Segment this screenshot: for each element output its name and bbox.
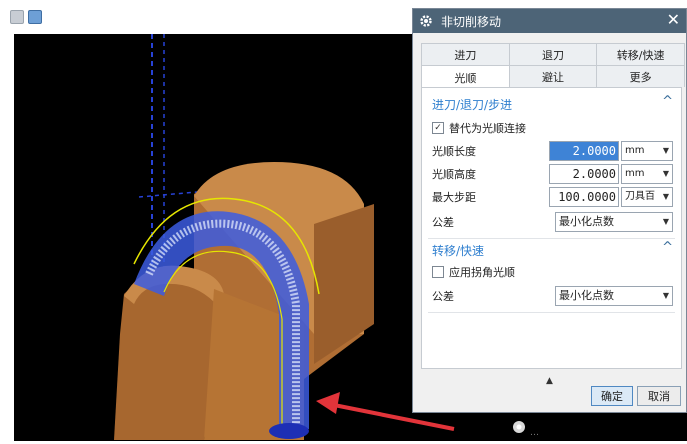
tab-row-1: 进刀 退刀 转移/快速 bbox=[421, 43, 686, 65]
dialog-title: 非切削移动 bbox=[441, 14, 502, 29]
chevron-down-icon: ▼ bbox=[662, 169, 669, 178]
tolerance-value-1: 最小化点数 bbox=[559, 215, 614, 228]
max-step-label: 最大步距 bbox=[432, 191, 476, 204]
smooth-length-unit: mm bbox=[625, 145, 645, 156]
tab-avoidance[interactable]: 避让 bbox=[508, 65, 598, 87]
tab-retract[interactable]: 退刀 bbox=[508, 43, 598, 65]
view-toolbar bbox=[10, 10, 42, 24]
wireframe-view-icon[interactable] bbox=[10, 10, 24, 24]
chevron-down-icon: ▼ bbox=[662, 217, 669, 226]
collapse-section1-icon[interactable]: ^ bbox=[662, 94, 673, 109]
ok-button[interactable]: 确定 bbox=[591, 386, 633, 406]
tolerance-label-2: 公差 bbox=[432, 290, 454, 303]
section-transfer-title: 转移/快速 bbox=[432, 244, 485, 258]
tab-engage[interactable]: 进刀 bbox=[421, 43, 510, 65]
annotation-arrowhead-1 bbox=[316, 392, 340, 414]
section-engage-retract-title: 进刀/退刀/步进 bbox=[432, 98, 513, 112]
chevron-down-icon: ▼ bbox=[662, 291, 669, 300]
smooth-length-unit-select[interactable]: mm ▼ bbox=[621, 141, 673, 161]
smooth-height-input[interactable]: 2.0000 bbox=[549, 164, 619, 184]
collapse-section2-icon[interactable]: ^ bbox=[662, 240, 673, 255]
tab-transfer-rapid[interactable]: 转移/快速 bbox=[596, 43, 686, 65]
replace-smooth-label: 替代为光顺连接 bbox=[449, 122, 526, 135]
smoothing-panel: 进刀/退刀/步进 ^ ✓ 替代为光顺连接 光顺长度 2.0000 mm ▼ 光顺… bbox=[421, 87, 682, 369]
tolerance-value-2: 最小化点数 bbox=[559, 289, 614, 302]
tolerance-label-1: 公差 bbox=[432, 216, 454, 229]
tab-row-2: 光顺 避让 更多 bbox=[421, 65, 686, 90]
non-cutting-moves-dialog: 非切削移动 ✕ 进刀 退刀 转移/快速 光顺 避让 更多 进刀/退刀/步进 ^ … bbox=[412, 8, 687, 413]
smooth-length-label: 光顺长度 bbox=[432, 145, 476, 158]
dialog-titlebar[interactable]: 非切削移动 ✕ bbox=[413, 9, 686, 33]
max-step-unit-select[interactable]: 刀具百 ▼ bbox=[621, 187, 673, 207]
corner-smooth-row: 应用拐角光顺 bbox=[432, 262, 677, 282]
replace-smooth-checkbox[interactable]: ✓ bbox=[432, 122, 444, 134]
shaded-view-icon[interactable] bbox=[28, 10, 42, 24]
chevron-down-icon: ▼ bbox=[662, 146, 669, 155]
below-dialog-text: … bbox=[530, 428, 539, 438]
cancel-button[interactable]: 取消 bbox=[637, 386, 681, 406]
smooth-length-input[interactable]: 2.0000 bbox=[549, 141, 619, 161]
smooth-height-label: 光顺高度 bbox=[432, 168, 476, 181]
collapse-dialog-icon[interactable]: ▲ bbox=[413, 376, 686, 386]
dialog-tabs: 进刀 退刀 转移/快速 光顺 避让 更多 bbox=[421, 43, 686, 90]
tolerance-select-1[interactable]: 最小化点数 ▼ bbox=[555, 212, 673, 232]
tool-end-marker bbox=[269, 423, 309, 439]
tolerance-select-2[interactable]: 最小化点数 ▼ bbox=[555, 286, 673, 306]
max-step-input[interactable]: 100.0000 bbox=[549, 187, 619, 207]
max-step-unit: 刀具百 bbox=[625, 191, 655, 202]
corner-smooth-checkbox[interactable] bbox=[432, 266, 444, 278]
section-divider bbox=[428, 238, 675, 239]
panel-bottom-divider bbox=[428, 312, 675, 313]
chevron-down-icon: ▼ bbox=[662, 192, 669, 201]
watermark-logo-icon bbox=[513, 421, 525, 433]
smooth-height-unit: mm bbox=[625, 168, 645, 179]
tab-more[interactable]: 更多 bbox=[596, 65, 686, 87]
close-icon[interactable]: ✕ bbox=[667, 12, 680, 28]
replace-smooth-row: ✓ 替代为光顺连接 bbox=[432, 118, 677, 138]
corner-smooth-label: 应用拐角光顺 bbox=[449, 266, 515, 279]
gear-icon bbox=[420, 15, 432, 27]
smooth-height-unit-select[interactable]: mm ▼ bbox=[621, 164, 673, 184]
rear-block-face bbox=[314, 204, 374, 364]
